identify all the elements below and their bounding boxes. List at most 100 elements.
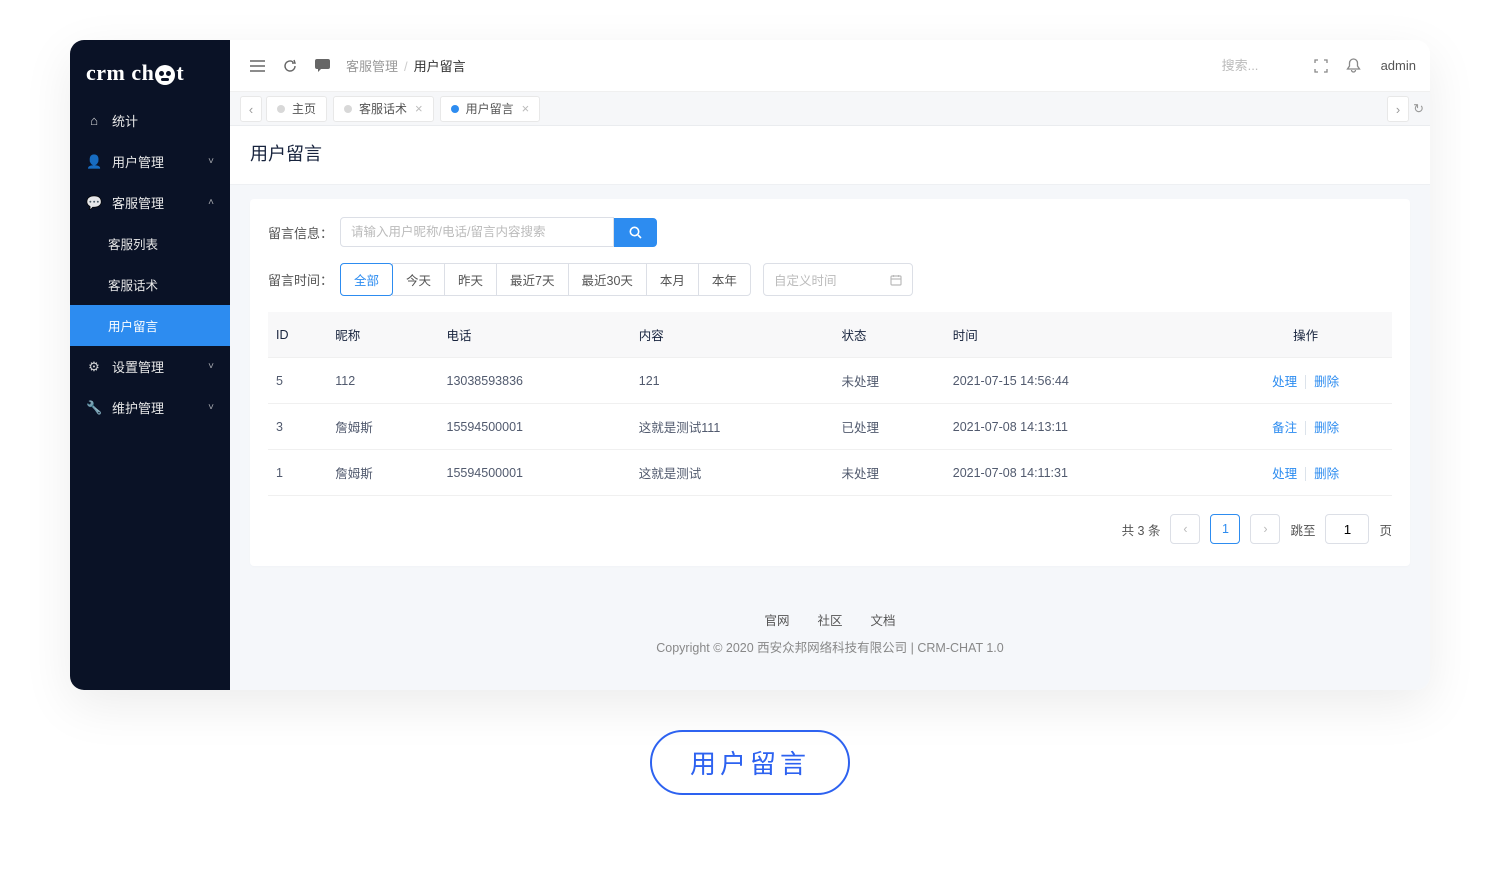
time-option-4[interactable]: 最近30天 xyxy=(568,263,647,296)
tab-label: 客服话术 xyxy=(359,100,407,117)
search-button[interactable] xyxy=(614,218,657,247)
gear-icon: ⚙ xyxy=(86,359,102,375)
pager-jump-input[interactable] xyxy=(1325,514,1369,544)
column-header: 状态 xyxy=(834,312,945,358)
messages-table: ID昵称电话内容状态时间操作 511213038593836121未处理2021… xyxy=(268,312,1392,496)
pager-total: 共 3 条 xyxy=(1122,520,1161,539)
table-row: 3詹姆斯15594500001这就是测试111已处理2021-07-08 14:… xyxy=(268,404,1392,450)
cell-nick: 詹姆斯 xyxy=(327,450,438,496)
sidebar-item-label: 用户管理 xyxy=(112,152,164,171)
close-icon[interactable]: × xyxy=(415,101,423,116)
topbar: 客服管理/用户留言 admin xyxy=(230,40,1430,92)
sidebar-item-label: 维护管理 xyxy=(112,398,164,417)
cell-id: 5 xyxy=(268,358,327,404)
user-name[interactable]: admin xyxy=(1381,58,1416,73)
tab-1[interactable]: 客服话术 × xyxy=(333,96,434,122)
chat-icon xyxy=(309,55,336,76)
sidebar-item-label: 客服话术 xyxy=(108,275,158,294)
cell-content: 这就是测试111 xyxy=(631,404,834,450)
action-link[interactable]: 备注 xyxy=(1272,421,1297,435)
page-title: 用户留言 xyxy=(230,126,1430,185)
tab-2[interactable]: 用户留言 × xyxy=(440,96,541,122)
sidebar-item-1[interactable]: 👤 用户管理 ˅ xyxy=(70,141,230,182)
action-link[interactable]: 删除 xyxy=(1297,421,1339,435)
sidebar-item-4[interactable]: 客服话术 xyxy=(70,264,230,305)
pager-page-1[interactable]: 1 xyxy=(1210,514,1240,544)
custom-date-input[interactable]: 自定义时间 xyxy=(763,263,913,296)
refresh-icon[interactable] xyxy=(277,55,303,77)
column-header: 昵称 xyxy=(327,312,438,358)
sidebar-item-2[interactable]: 💬客服管理˄ xyxy=(70,182,230,223)
chevron-down-icon: ˅ xyxy=(208,402,214,413)
cell-content: 这就是测试 xyxy=(631,450,834,496)
sidebar-item-label: 统计 xyxy=(112,111,138,130)
cell-phone: 15594500001 xyxy=(439,404,631,450)
pager-prev-button[interactable]: ‹ xyxy=(1170,514,1200,544)
cell-status: 未处理 xyxy=(834,450,945,496)
column-header: 操作 xyxy=(1219,312,1392,358)
cell-nick: 詹姆斯 xyxy=(327,404,438,450)
time-option-1[interactable]: 今天 xyxy=(392,263,445,296)
footer-link[interactable]: 官网 xyxy=(764,614,789,628)
action-link[interactable]: 处理 xyxy=(1272,375,1297,389)
action-link[interactable]: 删除 xyxy=(1297,467,1339,481)
sidebar-item-label: 客服管理 xyxy=(112,193,164,212)
sidebar-item-3[interactable]: 客服列表 xyxy=(70,223,230,264)
table-row: 511213038593836121未处理2021-07-15 14:56:44… xyxy=(268,358,1392,404)
tab-dot xyxy=(277,105,285,113)
tab-dot xyxy=(451,105,459,113)
column-header: ID xyxy=(268,312,327,358)
time-range-group: 全部今天昨天最近7天最近30天本月本年 xyxy=(340,263,751,296)
footer: 官网社区文档 Copyright © 2020 西安众邦网络科技有限公司 | C… xyxy=(230,586,1430,690)
wrench-icon: 🔧 xyxy=(86,400,102,416)
time-option-2[interactable]: 昨天 xyxy=(444,263,497,296)
cell-phone: 13038593836 xyxy=(439,358,631,404)
time-option-6[interactable]: 本年 xyxy=(698,263,751,296)
pagination: 共 3 条 ‹ 1 › 跳至 页 xyxy=(268,514,1392,544)
tabs-more-icon[interactable]: ↻ xyxy=(1413,101,1424,117)
tabs-scroll-left[interactable]: ‹ xyxy=(240,96,262,122)
sidebar-item-6[interactable]: ⚙设置管理˅ xyxy=(70,346,230,387)
close-icon[interactable]: × xyxy=(522,101,530,116)
sidebar: crm cht ⌂统计👤用户管理˅💬客服管理˄客服列表客服话术用户留言⚙设置管理… xyxy=(70,40,230,690)
cell-content: 121 xyxy=(631,358,834,404)
menu-toggle-icon[interactable] xyxy=(244,56,271,76)
cell-status: 已处理 xyxy=(834,404,945,450)
footer-link[interactable]: 社区 xyxy=(817,614,842,628)
sidebar-item-0[interactable]: ⌂统计 xyxy=(70,100,230,141)
sidebar-item-label: 用户留言 xyxy=(108,316,158,335)
action-link[interactable]: 删除 xyxy=(1297,375,1339,389)
cell-actions: 处理删除 xyxy=(1219,358,1392,404)
tab-label: 用户留言 xyxy=(466,100,514,117)
cell-actions: 备注删除 xyxy=(1219,404,1392,450)
cell-time: 2021-07-15 14:56:44 xyxy=(945,358,1220,404)
column-header: 电话 xyxy=(439,312,631,358)
bell-icon[interactable] xyxy=(1340,54,1367,78)
sidebar-item-label: 客服列表 xyxy=(108,234,158,253)
action-link[interactable]: 处理 xyxy=(1272,467,1297,481)
cell-id: 1 xyxy=(268,450,327,496)
chevron-down-icon: ˅ xyxy=(208,156,214,167)
sidebar-item-5[interactable]: 用户留言 xyxy=(70,305,230,346)
chevron-up-icon: ˄ xyxy=(208,197,214,208)
column-header: 内容 xyxy=(631,312,834,358)
tab-label: 主页 xyxy=(292,100,316,117)
global-search-input[interactable] xyxy=(1222,58,1302,73)
filter-info-input[interactable] xyxy=(340,217,614,247)
breadcrumb: 客服管理/用户留言 xyxy=(346,56,466,75)
time-option-0[interactable]: 全部 xyxy=(340,263,393,296)
column-header: 时间 xyxy=(945,312,1220,358)
time-option-5[interactable]: 本月 xyxy=(646,263,699,296)
tab-0[interactable]: 主页 xyxy=(266,96,327,122)
footer-link[interactable]: 文档 xyxy=(871,614,896,628)
pager-next-button[interactable]: › xyxy=(1250,514,1280,544)
time-option-3[interactable]: 最近7天 xyxy=(496,263,568,296)
sidebar-item-label: 设置管理 xyxy=(112,357,164,376)
sidebar-item-7[interactable]: 🔧 维护管理 ˅ xyxy=(70,387,230,428)
cell-phone: 15594500001 xyxy=(439,450,631,496)
fullscreen-icon[interactable] xyxy=(1308,55,1334,77)
cell-actions: 处理删除 xyxy=(1219,450,1392,496)
calendar-icon xyxy=(890,274,902,286)
tabs-scroll-right[interactable]: › xyxy=(1387,96,1409,122)
user-icon: 👤 xyxy=(86,154,102,170)
